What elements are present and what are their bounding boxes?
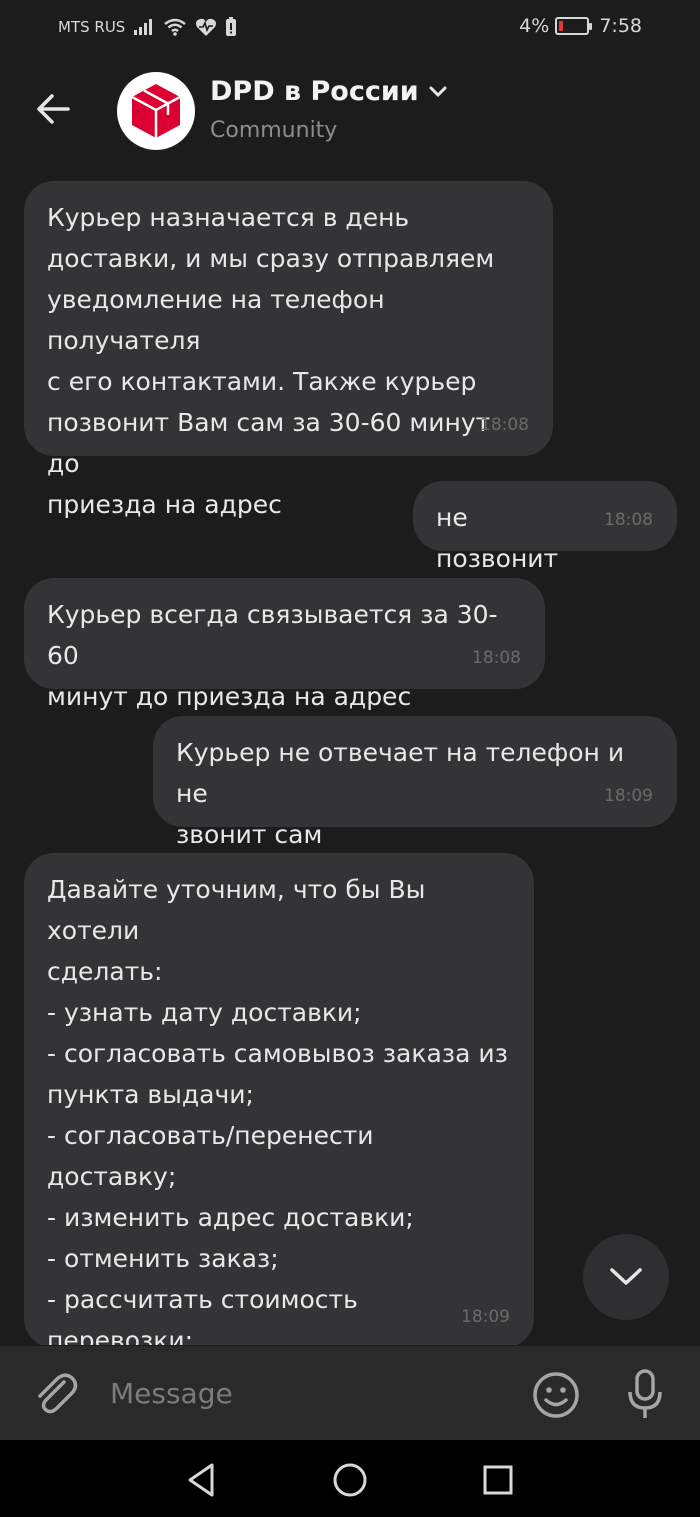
chat-title-row[interactable]: DPD в России (210, 76, 447, 107)
battery-percent: 4% (519, 15, 550, 37)
status-right: 4% 7:58 (519, 15, 642, 37)
chat-title: DPD в России (210, 76, 419, 107)
system-nav-bar (0, 1440, 700, 1517)
message-time: 18:08 (472, 648, 521, 668)
carrier-label: MTS RUS (58, 18, 126, 36)
microphone-icon[interactable] (620, 1368, 670, 1420)
message-text: Давайте уточним, что бы Вы хотели сделат… (47, 875, 508, 1345)
health-icon (196, 18, 217, 36)
message-time: 18:08 (604, 510, 653, 530)
message-outgoing[interactable]: Курьер не отвечает на телефон и не звони… (153, 716, 677, 849)
message-list[interactable]: Курьер назначается в день доставки, и мы… (0, 165, 700, 1345)
avatar[interactable] (117, 72, 195, 150)
wifi-icon (164, 18, 187, 36)
message-time: 18:08 (480, 415, 529, 435)
chevron-down-icon (429, 86, 447, 97)
signal-icon (134, 19, 153, 35)
message-input[interactable] (110, 1370, 510, 1416)
message-time: 18:09 (604, 786, 653, 806)
message-incoming[interactable]: Давайте уточним, что бы Вы хотели сделат… (24, 853, 534, 1345)
nav-home-icon[interactable] (330, 1460, 370, 1500)
message-composer (0, 1346, 700, 1440)
status-left: MTS RUS (58, 17, 237, 37)
message-text: Курьер не отвечает на телефон и не звони… (176, 738, 625, 849)
chat-header: DPD в России Community (0, 62, 700, 162)
status-bar: MTS RUS 4% 7:58 (0, 0, 700, 56)
dpd-logo-icon (131, 84, 181, 138)
scroll-down-button[interactable] (583, 1234, 669, 1320)
message-text: Курьер всегда связывается за 30-60 минут… (47, 600, 498, 711)
message-incoming[interactable]: Курьер назначается в день доставки, и мы… (24, 181, 553, 519)
clock: 7:58 (599, 15, 642, 37)
notification-icon (226, 17, 237, 36)
message-incoming[interactable]: Курьер всегда связывается за 30-60 минут… (24, 578, 545, 711)
paperclip-icon[interactable] (30, 1368, 80, 1418)
emoji-icon[interactable] (531, 1370, 581, 1420)
chevron-down-icon (610, 1268, 642, 1285)
nav-back-icon[interactable] (182, 1460, 222, 1500)
chat-subtitle: Community (210, 118, 338, 143)
message-text: Курьер назначается в день доставки, и мы… (47, 203, 495, 519)
battery-icon (555, 17, 593, 35)
message-outgoing[interactable]: не позвонит 18:08 (413, 481, 677, 573)
nav-recents-icon[interactable] (478, 1460, 518, 1500)
message-time: 18:09 (461, 1307, 510, 1327)
back-arrow-icon[interactable] (30, 84, 80, 134)
message-text: не позвонит (436, 503, 559, 573)
